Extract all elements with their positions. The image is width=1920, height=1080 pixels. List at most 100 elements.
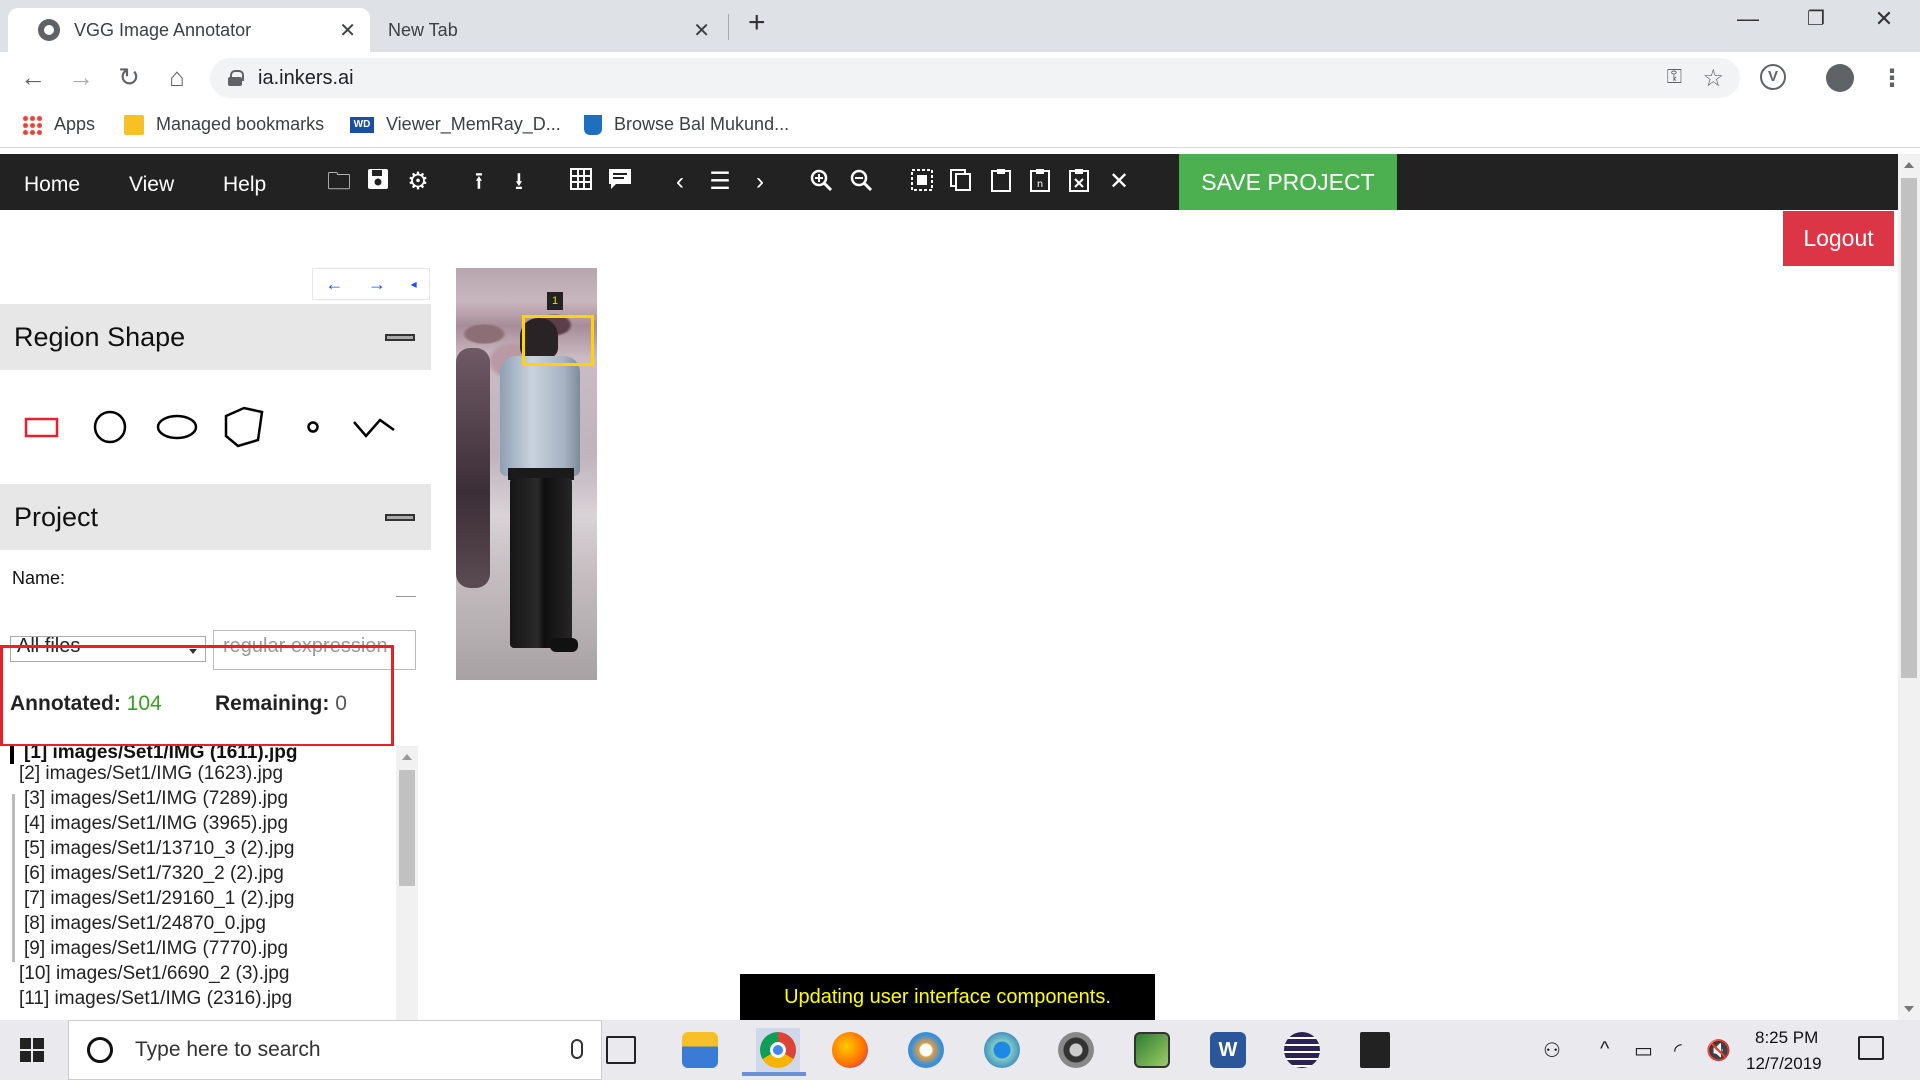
scroll-up-icon[interactable] xyxy=(1904,162,1914,168)
next-icon[interactable]: › xyxy=(744,168,776,196)
list-item[interactable]: [10] images/Set1/6690_2 (3).jpg xyxy=(19,963,289,985)
select-all-icon[interactable] xyxy=(906,168,938,199)
logout-button[interactable]: Logout xyxy=(1783,211,1894,266)
people-icon[interactable]: ⚇ xyxy=(1543,1038,1561,1063)
paste-x-icon[interactable] xyxy=(1063,168,1095,199)
back-icon[interactable]: ← xyxy=(16,62,50,93)
scroll-thumb[interactable] xyxy=(1901,178,1917,678)
scroll-down-icon[interactable] xyxy=(1904,1006,1914,1012)
restore-icon[interactable]: ❐ xyxy=(1786,6,1846,31)
calculator-icon[interactable] xyxy=(1360,1032,1390,1068)
close-icon[interactable]: ✕ xyxy=(1103,168,1135,196)
list-item[interactable]: [8] images/Set1/24870_0.jpg xyxy=(24,913,266,935)
list-icon[interactable]: ☰ xyxy=(704,168,736,196)
region-bounding-box[interactable] xyxy=(522,315,594,366)
bookmark-apps[interactable]: Apps xyxy=(22,114,95,135)
settings-icon[interactable]: ⚙ xyxy=(402,168,434,196)
image-app-icon[interactable] xyxy=(1134,1032,1170,1068)
task-view-icon[interactable] xyxy=(606,1036,636,1064)
file-list-scrollbar[interactable] xyxy=(396,746,418,1020)
ellipse-shape-icon[interactable] xyxy=(156,410,198,444)
bookmark-managed[interactable]: Managed bookmarks xyxy=(124,114,324,135)
bookmark-viewer-memray[interactable]: WD Viewer_MemRay_D... xyxy=(350,114,561,135)
open-folder-icon[interactable]: 🗀 xyxy=(323,168,355,196)
project-header[interactable]: Project xyxy=(0,484,431,550)
point-shape-icon[interactable] xyxy=(304,410,322,444)
tab-vgg-image-annotator[interactable]: VGG Image Annotator ✕ xyxy=(8,8,370,52)
collapse-minus-icon[interactable] xyxy=(385,334,415,341)
list-item[interactable]: [1] images/Set1/IMG (1611).jpg xyxy=(24,746,297,764)
taskbar-time[interactable]: 8:25 PM xyxy=(1755,1028,1818,1048)
grid-icon[interactable] xyxy=(565,168,597,197)
new-tab-button[interactable]: + xyxy=(748,6,766,40)
paste-n-icon[interactable]: n xyxy=(1024,168,1056,199)
eclipse-icon[interactable] xyxy=(1284,1032,1320,1068)
region-shape-header[interactable]: Region Shape xyxy=(0,304,431,370)
copy-icon[interactable] xyxy=(945,168,977,199)
settings-gear-app-icon[interactable] xyxy=(1058,1032,1094,1068)
extension-v-icon[interactable]: V xyxy=(1760,64,1786,90)
panel-shrink-left-icon[interactable]: ← xyxy=(325,274,343,295)
bookmark-bal-mukund[interactable]: Browse Bal Mukund... xyxy=(584,114,789,135)
omnibox[interactable]: ia.inkers.ai ⚿ ☆ xyxy=(210,58,1740,98)
paste-icon[interactable] xyxy=(985,168,1017,199)
microphone-icon[interactable] xyxy=(571,1039,583,1059)
paint-icon[interactable] xyxy=(908,1032,944,1068)
key-icon[interactable]: ⚿ xyxy=(1667,66,1682,89)
taskbar-search-box[interactable]: Type here to search xyxy=(68,1020,602,1080)
scroll-up-icon[interactable] xyxy=(402,754,412,760)
close-tab-icon[interactable]: ✕ xyxy=(693,18,710,43)
firefox-icon[interactable] xyxy=(832,1032,868,1068)
menu-view[interactable]: View xyxy=(129,173,174,197)
word-icon[interactable]: W xyxy=(1210,1032,1246,1068)
menu-help[interactable]: Help xyxy=(223,173,266,197)
upload-icon[interactable]: ⭱ xyxy=(463,168,495,196)
home-icon[interactable]: ⌂ xyxy=(160,62,194,93)
menu-home[interactable]: Home xyxy=(24,173,80,197)
panel-grow-right-icon[interactable]: → xyxy=(368,274,386,295)
list-item[interactable]: [2] images/Set1/IMG (1623).jpg xyxy=(19,763,283,785)
reload-icon[interactable]: ↻ xyxy=(112,62,146,93)
zoom-in-icon[interactable] xyxy=(805,168,837,199)
polyline-shape-icon[interactable] xyxy=(352,410,396,444)
chrome-taskbar-button[interactable] xyxy=(742,1028,806,1076)
list-item[interactable]: [4] images/Set1/IMG (3965).jpg xyxy=(24,813,288,835)
notifications-icon[interactable] xyxy=(1858,1036,1884,1060)
polygon-shape-icon[interactable] xyxy=(222,406,266,450)
page-scrollbar[interactable] xyxy=(1898,154,1920,1020)
show-hidden-icons-chevron[interactable]: ^ xyxy=(1600,1038,1609,1061)
list-item[interactable]: [5] images/Set1/13710_3 (2).jpg xyxy=(24,838,294,860)
save-icon[interactable] xyxy=(362,168,394,197)
list-item[interactable]: [9] images/Set1/IMG (7770).jpg xyxy=(24,938,288,960)
file-explorer-icon[interactable] xyxy=(682,1032,718,1068)
scroll-thumb[interactable] xyxy=(399,770,415,886)
volume-muted-icon[interactable]: 🔇 xyxy=(1706,1038,1731,1063)
taskbar-date[interactable]: 12/7/2019 xyxy=(1746,1054,1822,1074)
prev-icon[interactable]: ‹ xyxy=(664,168,696,196)
rectangle-shape-icon[interactable] xyxy=(24,410,60,444)
list-item[interactable]: [7] images/Set1/29160_1 (2).jpg xyxy=(24,888,294,910)
close-window-icon[interactable]: ✕ xyxy=(1854,6,1914,32)
wifi-icon[interactable]: ◜ xyxy=(1674,1038,1682,1063)
download-icon[interactable]: ⭳ xyxy=(503,168,535,196)
circle-shape-icon[interactable] xyxy=(92,410,128,444)
collapse-minus-icon[interactable] xyxy=(385,514,415,521)
list-item[interactable]: [11] images/Set1/IMG (2316).jpg xyxy=(19,988,292,1010)
close-tab-icon[interactable]: ✕ xyxy=(339,18,356,43)
profile-avatar-icon[interactable] xyxy=(1826,64,1854,92)
save-project-button[interactable]: SAVE PROJECT xyxy=(1179,154,1397,210)
project-name-input[interactable] xyxy=(396,596,416,597)
bookmark-star-icon[interactable]: ☆ xyxy=(1702,64,1724,93)
forward-icon[interactable]: → xyxy=(64,62,98,93)
battery-icon[interactable]: ▭ xyxy=(1634,1038,1653,1063)
list-item[interactable]: [6] images/Set1/7320_2 (2).jpg xyxy=(24,863,284,885)
minimize-icon[interactable]: — xyxy=(1718,6,1778,32)
browser-menu-icon[interactable]: ⋮ xyxy=(1880,64,1904,93)
list-item[interactable]: [3] images/Set1/IMG (7289).jpg xyxy=(24,788,288,810)
comment-icon[interactable] xyxy=(604,168,636,197)
zoom-out-icon[interactable] xyxy=(845,168,877,199)
panel-collapse-icon[interactable]: ◂ xyxy=(411,277,417,291)
windows-start-icon[interactable] xyxy=(20,1038,44,1062)
app-hexagon-icon[interactable] xyxy=(984,1032,1020,1068)
tab-new-tab[interactable]: New Tab ✕ xyxy=(372,8,724,52)
